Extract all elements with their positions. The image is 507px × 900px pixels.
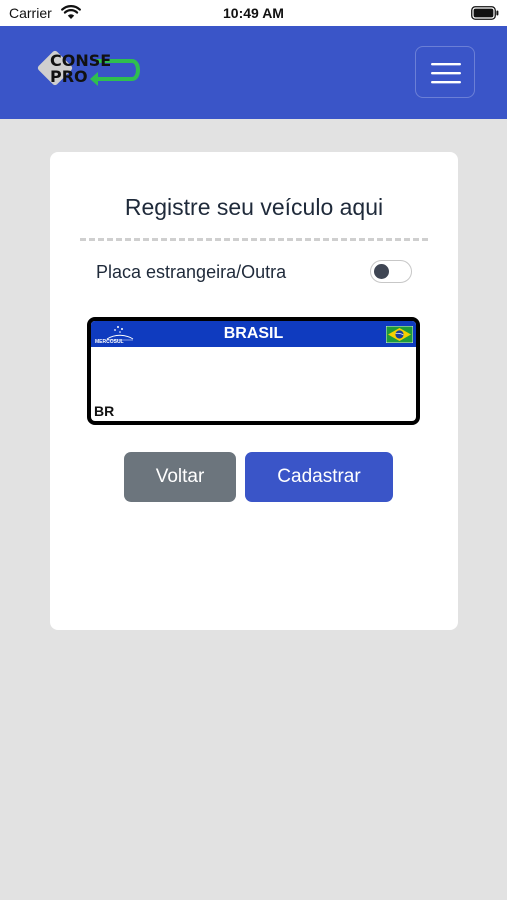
conse-pro-logo[interactable]: CONSE PRO bbox=[36, 49, 140, 93]
plate-header-band: MERCOSUL BRASIL bbox=[91, 321, 416, 347]
hamburger-menu-icon bbox=[431, 63, 461, 84]
plate-country-code: BR bbox=[94, 403, 115, 419]
battery-icon bbox=[471, 6, 499, 20]
brazil-flag-icon bbox=[386, 326, 413, 343]
license-plate-input[interactable]: MERCOSUL BRASIL BR bbox=[87, 317, 420, 425]
logo-text-line2: PRO bbox=[50, 67, 88, 86]
back-button[interactable]: Voltar bbox=[124, 452, 236, 502]
toggle-knob bbox=[374, 264, 389, 279]
status-time: 10:49 AM bbox=[223, 5, 284, 21]
foreign-plate-toggle[interactable] bbox=[370, 260, 412, 283]
vehicle-registration-card: Registre seu veículo aqui Placa estrange… bbox=[50, 152, 458, 630]
foreign-plate-label: Placa estrangeira/Outra bbox=[96, 262, 287, 282]
dashed-divider bbox=[80, 238, 428, 241]
page-title: Registre seu veículo aqui bbox=[124, 194, 384, 220]
plate-country-label: BRASIL bbox=[223, 325, 284, 342]
app-header: CONSE PRO bbox=[0, 26, 507, 119]
register-button[interactable]: Cadastrar bbox=[245, 452, 393, 502]
status-bar: Carrier 10:49 AM bbox=[0, 0, 507, 26]
menu-button[interactable] bbox=[415, 46, 475, 98]
